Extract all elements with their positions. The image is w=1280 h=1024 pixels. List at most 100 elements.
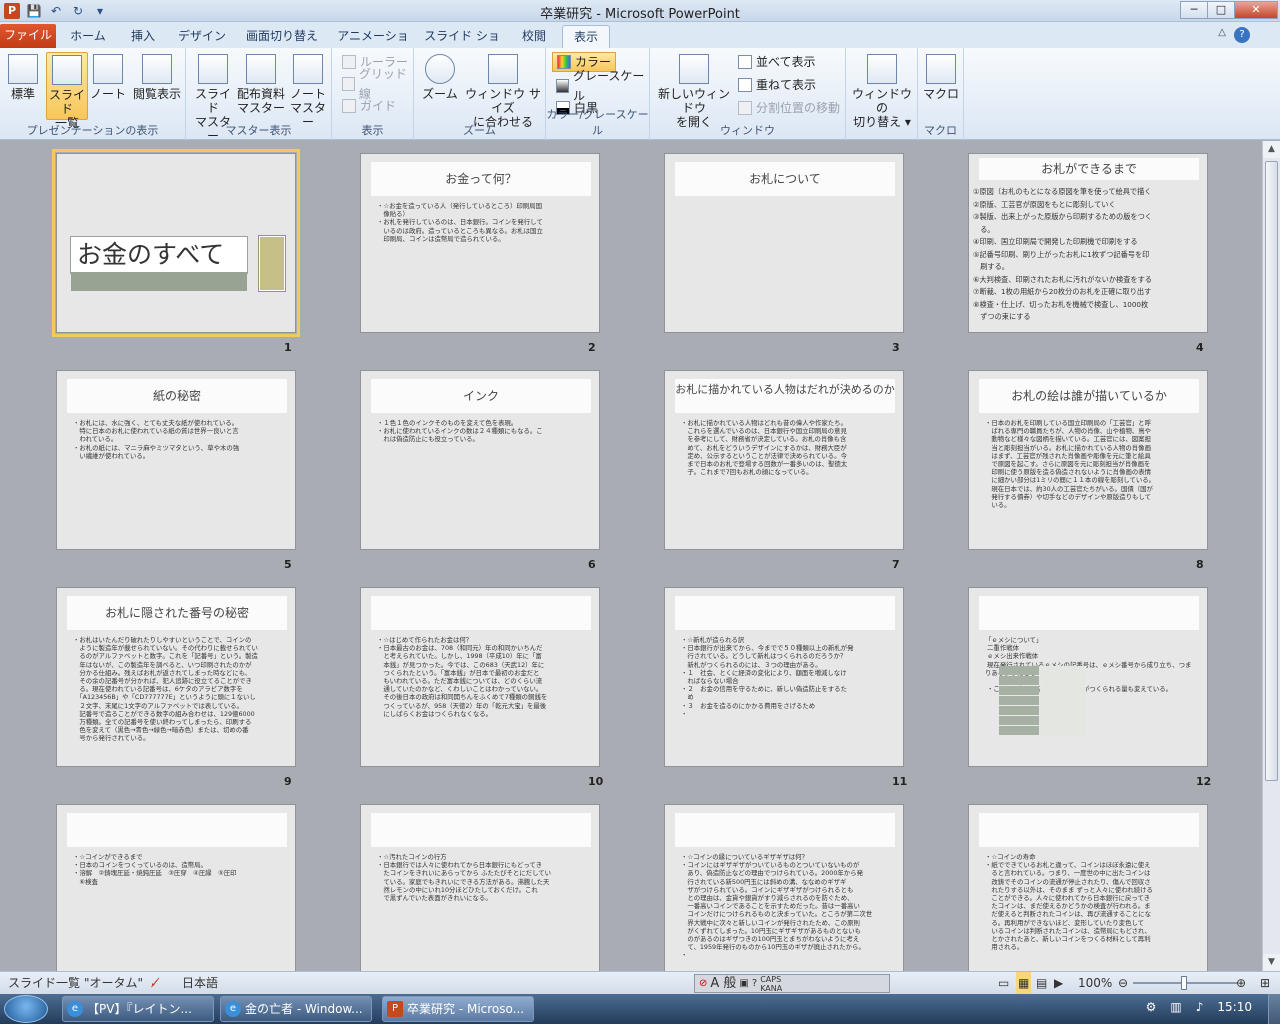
- slide-thumbnail[interactable]: ・☆コインの寿命 ・紙でできているお札と違って、コインはほぼ永遠に使え ると言わ…: [968, 804, 1208, 971]
- scroll-up-icon[interactable]: ▲: [1263, 141, 1280, 158]
- gridlines-checkbox[interactable]: グリッド線: [342, 67, 413, 101]
- slide-body: ・☆お金を造っている人（発行しているところ）印刷局国 像貼る） ・お札を発行して…: [377, 202, 543, 243]
- zoom-level[interactable]: 100%: [1078, 972, 1112, 994]
- notes-page-button[interactable]: ノート: [90, 52, 126, 101]
- normal-view-button[interactable]: 標準: [4, 52, 42, 101]
- slide-thumbnail[interactable]: インク ・１色１色のインクそのものを変えて色を表現。 ・お札に使われているインクの…: [360, 370, 600, 550]
- taskbar-item-ie-1[interactable]: e 【PV】『レイトン...: [62, 996, 214, 1022]
- maximize-button[interactable]: □: [1207, 1, 1235, 19]
- slide-body: ・☆新札が造られる訳 ・日本銀行が出来てから、今までで５０種類以上の新札が発 行…: [681, 636, 854, 718]
- slide-title: [371, 813, 591, 847]
- ime-mode[interactable]: A 般: [710, 973, 736, 995]
- tab-home[interactable]: ホーム: [62, 25, 114, 48]
- table-cell: [1040, 726, 1086, 735]
- slide-title: お札の絵は誰が描いているか: [979, 379, 1199, 413]
- notes-page-icon: [93, 54, 123, 84]
- slide-title: [371, 596, 591, 630]
- tab-slideshow[interactable]: スライド ショー: [420, 25, 504, 65]
- slide-thumbnail[interactable]: 紙の秘密 ・お札には、水に強く、とても丈夫な紙が使われている。 特に日本のお札に使…: [56, 370, 296, 550]
- spellcheck-icon[interactable]: ✓̸: [150, 972, 160, 994]
- zoom-slider-thumb[interactable]: [1181, 976, 1187, 990]
- taskbar-item-powerpoint[interactable]: P 卒業研究 - Microso...: [382, 996, 534, 1022]
- slide-thumbnail[interactable]: 「ｅメシについて」 二重作戦体 ｅメシ出来作戦体 現在発行されているｅメシの記番…: [968, 587, 1208, 767]
- zoom-button[interactable]: ズーム: [420, 52, 460, 101]
- slide-thumbnail[interactable]: ・☆コインの縁についているギザギザは何？ ・コインにはギザギザがついているものと…: [664, 804, 904, 971]
- macros-button[interactable]: マクロ: [922, 52, 960, 101]
- cascade-button[interactable]: 重ねて表示: [738, 75, 816, 95]
- close-button[interactable]: ✕: [1234, 1, 1278, 19]
- show-desktop-button[interactable]: [1268, 994, 1280, 1024]
- grayscale-button[interactable]: グレースケール: [556, 69, 649, 103]
- network-icon[interactable]: ▥: [1170, 1000, 1181, 1014]
- minimize-ribbon-icon[interactable]: △: [1218, 27, 1226, 38]
- guides-checkbox[interactable]: ガイド: [342, 96, 396, 116]
- slide-sorter-button[interactable]: スライド 一覧: [46, 52, 88, 130]
- table-cell: [1040, 676, 1086, 685]
- normal-view-status-icon[interactable]: ▭: [998, 972, 1009, 994]
- notes-master-button[interactable]: ノート マスター: [286, 52, 330, 129]
- switch-windows-button[interactable]: ウィンドウの 切り替え ▾: [848, 52, 916, 129]
- ime-help-icon[interactable]: ?: [752, 973, 757, 995]
- normal-view-icon: [8, 54, 38, 84]
- tab-view[interactable]: 表示: [562, 25, 610, 48]
- slide-sorter-icon: [52, 55, 82, 85]
- scroll-thumb[interactable]: [1265, 161, 1278, 781]
- slide-body: ①原図（お札のもとになる原図を筆を使って絵具で描く ②原版、工芸官が原図をもとに…: [973, 187, 1152, 321]
- slide-title: お札ができるまで: [979, 158, 1199, 180]
- slideshow-status-icon[interactable]: ▶: [1054, 972, 1063, 994]
- slide-thumbnail[interactable]: お札について: [664, 153, 904, 333]
- ime-icon[interactable]: ⊘: [699, 973, 707, 995]
- slide-thumbnail[interactable]: お札に描かれている人物はだれが決めるのか ・お札に描かれている人物はどれも昔の偉人…: [664, 370, 904, 550]
- volume-icon[interactable]: ♪: [1196, 1000, 1204, 1014]
- slide-thumbnail[interactable]: お札の絵は誰が描いているか ・日本のお札を印刷している国立印刷局の「工芸官」と呼 …: [968, 370, 1208, 550]
- slide-thumbnail[interactable]: ・☆コインができるまで ・日本のコインをつくっているのは、造幣局。 ・溶解 ②鋳…: [56, 804, 296, 971]
- table-cell: [1040, 666, 1086, 675]
- fit-slide-icon[interactable]: ⊞: [1260, 972, 1270, 994]
- zoom-out-icon[interactable]: ⊖: [1118, 972, 1128, 994]
- new-window-button[interactable]: 新しいウィンドウ を開く: [654, 52, 734, 129]
- vertical-scrollbar[interactable]: ▲ ▼: [1262, 141, 1280, 971]
- fit-to-window-button[interactable]: ウィンドウ サイズ に合わせる: [462, 52, 544, 129]
- slide-thumbnail[interactable]: ・☆汚れたコインの行方 ・日本銀行では人々に使われてから日本銀行にもどってき た…: [360, 804, 600, 971]
- slide-thumbnail[interactable]: お札に隠された番号の秘密 ・お札はいたんだり破れたりしやすいということで、コインの…: [56, 587, 296, 767]
- clock[interactable]: 15:10: [1217, 1000, 1252, 1014]
- table-cell: [999, 706, 1039, 715]
- table-cell: [1040, 716, 1086, 725]
- reading-view-button[interactable]: 閲覧表示: [130, 52, 184, 101]
- tab-design[interactable]: デザイン: [172, 25, 232, 48]
- slide-thumbnail[interactable]: ・☆新札が造られる訳 ・日本銀行が出来てから、今までで５０種類以上の新札が発 行…: [664, 587, 904, 767]
- scroll-down-icon[interactable]: ▼: [1263, 954, 1280, 971]
- slide-thumbnail[interactable]: お札ができるまで ①原図（お札のもとになる原図を筆を使って絵具で描く ②原版、工芸…: [968, 153, 1208, 333]
- new-window-icon: [679, 54, 709, 84]
- tab-file[interactable]: ファイル: [0, 24, 56, 48]
- table-cell: [999, 716, 1039, 725]
- help-icon[interactable]: ?: [1234, 27, 1250, 43]
- tab-transitions[interactable]: 画面切り替え: [238, 25, 326, 48]
- sorter-view-status-icon[interactable]: ▦: [1016, 972, 1032, 994]
- tab-review[interactable]: 校閲: [510, 25, 558, 48]
- slide-number: 8: [1196, 558, 1204, 571]
- group-switch-windows: ウィンドウの 切り替え ▾: [846, 48, 918, 140]
- ime-pad-icon[interactable]: ▣: [739, 973, 748, 995]
- tab-animations[interactable]: アニメーション: [332, 25, 414, 65]
- slide-thumbnail[interactable]: ・☆はじめて作られたお金は何？ ・日本最古のお金は、708（和同元）年の和同かい…: [360, 587, 600, 767]
- handout-master-button[interactable]: 配布資料 マスター: [236, 52, 286, 115]
- slide-body: ・☆コインができるまで ・日本のコインをつくっているのは、造幣局。 ・溶解 ②鋳…: [73, 853, 237, 886]
- group-presentation-views: 標準 スライド 一覧 ノート 閲覧表示 プレゼンテーションの表示: [0, 48, 186, 140]
- tray-icon[interactable]: ⚙: [1146, 1000, 1157, 1014]
- zoom-in-icon[interactable]: ⊕: [1236, 972, 1246, 994]
- reading-view-status-icon[interactable]: ▤: [1036, 972, 1047, 994]
- minimize-button[interactable]: ─: [1180, 1, 1208, 19]
- move-split-button[interactable]: 分割位置の移動: [738, 98, 840, 118]
- tab-insert[interactable]: 挿入: [120, 25, 166, 48]
- ribbon-tabs: ファイル ホーム 挿入 デザイン 画面切り替え アニメーション スライド ショー…: [0, 22, 1280, 65]
- slide-number: 11: [892, 775, 908, 788]
- slide-thumbnail[interactable]: お金って何？ ・☆お金を造っている人（発行しているところ）印刷局国 像貼る） ・お…: [360, 153, 600, 333]
- slide-thumbnail[interactable]: お金のすべて: [52, 149, 300, 337]
- arrange-all-button[interactable]: 並べて表示: [738, 52, 816, 72]
- slide-body: ・☆はじめて作られたお金は何？ ・日本最古のお金は、708（和同元）年の和同かい…: [377, 636, 548, 718]
- slide-body: ・☆コインの縁についているギザギザは何？ ・コインにはギザギザがついているものと…: [681, 853, 873, 960]
- taskbar-item-ie-2[interactable]: e 金の亡者 - Window...: [220, 996, 372, 1022]
- status-language[interactable]: 日本語: [182, 972, 218, 994]
- start-button[interactable]: [4, 995, 48, 1023]
